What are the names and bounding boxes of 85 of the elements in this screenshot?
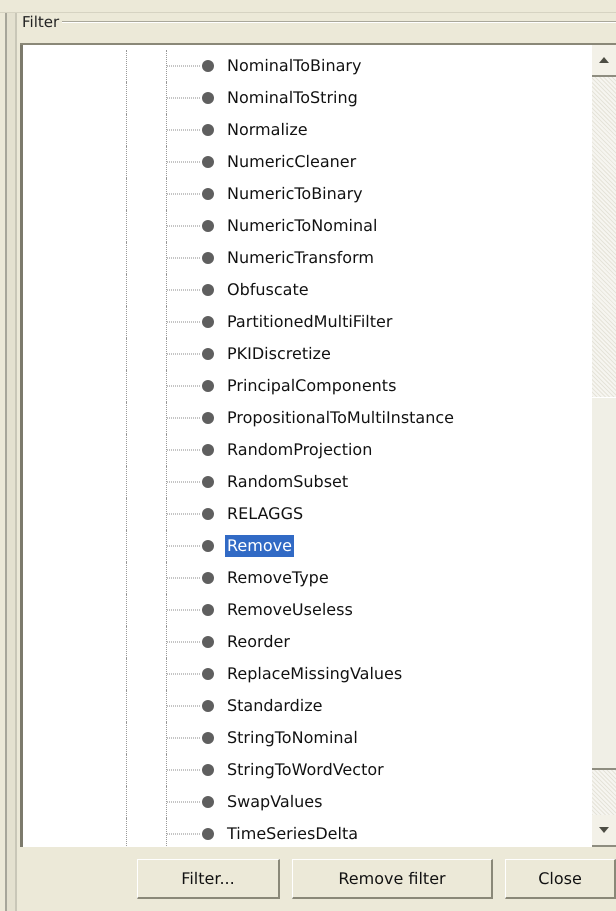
close-button[interactable]: Close bbox=[505, 859, 616, 899]
tree-item[interactable]: Normalize bbox=[225, 119, 310, 141]
leaf-node-icon bbox=[201, 379, 215, 393]
leaf-node-icon bbox=[201, 347, 215, 361]
leaf-node-icon bbox=[201, 411, 215, 425]
filter-button[interactable]: Filter... bbox=[137, 859, 280, 899]
leaf-node-icon bbox=[201, 219, 215, 233]
tree-item[interactable]: PartitionedMultiFilter bbox=[225, 311, 394, 333]
scroll-thumb[interactable] bbox=[592, 397, 616, 770]
tree-connector bbox=[167, 129, 201, 131]
tree-item[interactable]: RemoveType bbox=[225, 567, 331, 589]
tree-connector bbox=[167, 65, 201, 67]
leaf-node-icon bbox=[201, 475, 215, 489]
tree-item[interactable]: Standardize bbox=[225, 695, 324, 717]
tree-connector bbox=[167, 257, 201, 259]
leaf-node-icon bbox=[201, 315, 215, 329]
tree-connector bbox=[167, 705, 201, 707]
leaf-node-icon bbox=[201, 187, 215, 201]
group-title: Filter bbox=[21, 13, 60, 31]
tree-item[interactable]: RELAGGS bbox=[225, 503, 306, 525]
leaf-node-icon bbox=[201, 251, 215, 265]
scrollbar[interactable] bbox=[592, 45, 616, 847]
tree-item[interactable]: NominalToBinary bbox=[225, 55, 364, 77]
leaf-node-icon bbox=[201, 59, 215, 73]
leaf-node-icon bbox=[201, 155, 215, 169]
tree-item[interactable]: PrincipalComponents bbox=[225, 375, 398, 397]
tree-connector bbox=[167, 193, 201, 195]
tree-connector bbox=[167, 417, 201, 419]
tree-item[interactable]: TimeSeriesDelta bbox=[225, 823, 360, 845]
down-arrow-icon bbox=[598, 826, 610, 834]
tree-connector bbox=[167, 769, 201, 771]
tree-item[interactable]: Obfuscate bbox=[225, 279, 311, 301]
tree-connector bbox=[167, 289, 201, 291]
tree-item[interactable]: SwapValues bbox=[225, 791, 324, 813]
leaf-node-icon bbox=[201, 763, 215, 777]
tree-connector bbox=[167, 577, 201, 579]
tree-item[interactable]: Reorder bbox=[225, 631, 292, 653]
tree-connector bbox=[167, 545, 201, 547]
tree-connector bbox=[167, 673, 201, 675]
tree-item[interactable]: NominalToString bbox=[225, 87, 360, 109]
up-arrow-icon bbox=[598, 56, 610, 64]
leaf-node-icon bbox=[201, 443, 215, 457]
tree-item[interactable]: NumericCleaner bbox=[225, 151, 358, 173]
tree-connector bbox=[167, 481, 201, 483]
tree-connector bbox=[167, 449, 201, 451]
leaf-node-icon bbox=[201, 795, 215, 809]
tree-connector bbox=[167, 641, 201, 643]
scroll-up-button[interactable] bbox=[592, 45, 616, 77]
leaf-node-icon bbox=[201, 731, 215, 745]
tree-item[interactable]: PropositionalToMultiInstance bbox=[225, 407, 456, 429]
tree-connector bbox=[167, 737, 201, 739]
tree-item[interactable]: ReplaceMissingValues bbox=[225, 663, 404, 685]
tree-connector bbox=[167, 513, 201, 515]
leaf-node-icon bbox=[201, 539, 215, 553]
leaf-node-icon bbox=[201, 91, 215, 105]
tree-item[interactable]: StringToWordVector bbox=[225, 759, 386, 781]
tree-connector bbox=[167, 97, 201, 99]
scroll-down-button[interactable] bbox=[592, 815, 616, 847]
tree-connector bbox=[167, 353, 201, 355]
tree-connector bbox=[167, 385, 201, 387]
leaf-node-icon bbox=[201, 283, 215, 297]
leaf-node-icon bbox=[201, 603, 215, 617]
tree-item[interactable]: NumericToBinary bbox=[225, 183, 365, 205]
leaf-node-icon bbox=[201, 123, 215, 137]
tree-item[interactable]: RandomProjection bbox=[225, 439, 374, 461]
tree-item[interactable]: PKIDiscretize bbox=[225, 343, 333, 365]
tree-item[interactable]: RandomSubset bbox=[225, 471, 350, 493]
tree-item[interactable]: RemoveUseless bbox=[225, 599, 355, 621]
tree-connector bbox=[167, 321, 201, 323]
tree-connector bbox=[167, 609, 201, 611]
tree-item[interactable]: NumericToNominal bbox=[225, 215, 380, 237]
tree-item[interactable]: Remove bbox=[225, 535, 294, 557]
tree-item[interactable]: NumericTransform bbox=[225, 247, 376, 269]
tree-connector bbox=[167, 225, 201, 227]
tree-item[interactable]: StringToNominal bbox=[225, 727, 360, 749]
leaf-node-icon bbox=[201, 667, 215, 681]
tree-connector bbox=[167, 161, 201, 163]
leaf-node-icon bbox=[201, 827, 215, 841]
leaf-node-icon bbox=[201, 635, 215, 649]
leaf-node-icon bbox=[201, 571, 215, 585]
leaf-node-icon bbox=[201, 699, 215, 713]
tree-connector bbox=[167, 801, 201, 803]
leaf-node-icon bbox=[201, 507, 215, 521]
tree-connector bbox=[167, 833, 201, 835]
remove-filter-button[interactable]: Remove filter bbox=[292, 859, 493, 899]
